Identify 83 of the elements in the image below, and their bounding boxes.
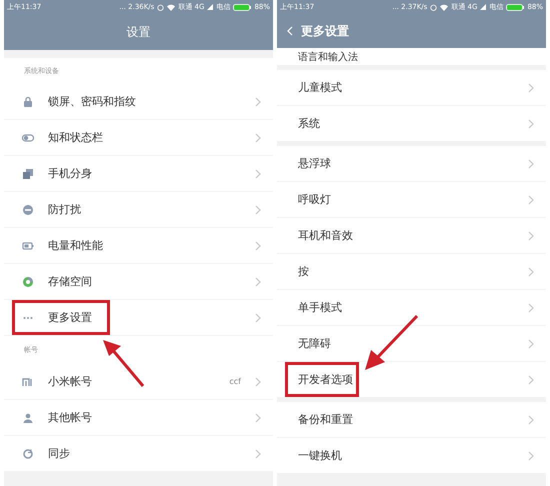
row-label: 呼吸灯 xyxy=(298,192,332,207)
settings-row[interactable]: 知和状态栏 xyxy=(4,120,273,156)
chevron-right-icon xyxy=(255,240,261,250)
person-icon xyxy=(22,412,34,424)
alarm-icon xyxy=(157,4,164,10)
settings-row[interactable]: 锁屏、密码和指纹 xyxy=(4,84,273,120)
row-label: 系统 xyxy=(298,116,321,131)
settings-row[interactable]: 电量和性能 xyxy=(4,228,273,264)
chevron-right-icon xyxy=(528,82,534,92)
row-label: 手机分身 xyxy=(48,166,93,181)
wifi-icon xyxy=(167,4,176,10)
chevron-right-icon xyxy=(255,96,261,106)
lock-icon xyxy=(22,96,34,108)
mi-logo-icon xyxy=(22,376,34,388)
screen-title: 更多设置 xyxy=(301,22,349,40)
signal-icon xyxy=(207,4,214,10)
row-label: 儿童模式 xyxy=(298,80,343,95)
chevron-right-icon xyxy=(528,158,534,168)
row-label: 电量和性能 xyxy=(48,238,104,253)
chevron-right-icon xyxy=(255,412,261,422)
battery-icon xyxy=(233,4,252,10)
toggle-icon xyxy=(22,132,34,144)
settings-row[interactable]: 呼吸灯 xyxy=(277,182,546,218)
screen-title: 设置 xyxy=(126,24,150,40)
battery-icon xyxy=(506,4,524,10)
wifi-icon xyxy=(440,4,448,10)
row-label: 无障碍 xyxy=(298,336,332,351)
settings-row[interactable]: 一键换机 xyxy=(277,438,546,474)
minus-circle-icon xyxy=(22,204,34,216)
row-label: 其他帐号 xyxy=(48,410,93,425)
row-label: 语言和输入法 xyxy=(298,50,359,64)
settings-row[interactable]: 同步 xyxy=(4,436,273,472)
chevron-right-icon xyxy=(528,450,534,460)
chevron-right-icon xyxy=(528,338,534,348)
row-label: 开发者选项 xyxy=(298,372,354,387)
signal-icon xyxy=(480,4,486,10)
battery-icon xyxy=(22,240,34,252)
settings-row[interactable]: 手机分身 xyxy=(4,156,273,192)
chevron-right-icon xyxy=(528,118,534,128)
back-icon[interactable] xyxy=(287,26,293,36)
settings-row[interactable]: 儿童模式 xyxy=(277,70,546,106)
row-label: 单手模式 xyxy=(298,300,343,315)
settings-row[interactable]: 其他帐号 xyxy=(4,400,273,436)
row-label: 知和状态栏 xyxy=(48,130,104,145)
chevron-right-icon xyxy=(528,414,534,424)
chevron-right-icon xyxy=(255,448,261,458)
row-label: 一键换机 xyxy=(298,448,343,463)
chevron-right-icon xyxy=(255,276,261,286)
row-label: 同步 xyxy=(48,446,71,461)
chevron-right-icon xyxy=(528,266,534,276)
pie-chart-icon xyxy=(22,276,34,288)
settings-row[interactable]: 语言和输入法 xyxy=(277,48,546,66)
chevron-right-icon xyxy=(255,204,261,214)
chevron-right-icon xyxy=(255,132,261,142)
row-label: 备份和重置 xyxy=(298,412,354,427)
settings-row[interactable]: 耳机和音效 xyxy=(277,218,546,254)
row-label: 防打扰 xyxy=(48,202,82,217)
chevron-right-icon xyxy=(528,194,534,204)
settings-row[interactable]: 按 xyxy=(277,254,546,290)
chevron-right-icon xyxy=(255,376,261,386)
row-label: 小米帐号 xyxy=(48,374,93,389)
account-name: ccf xyxy=(229,377,241,386)
row-label: 按 xyxy=(298,264,310,279)
row-label: 耳机和音效 xyxy=(298,228,354,243)
settings-row[interactable]: 单手模式 xyxy=(277,290,546,326)
chevron-right-icon xyxy=(255,168,261,178)
chevron-right-icon xyxy=(255,312,261,322)
settings-row[interactable]: 存储空间 xyxy=(4,264,273,300)
settings-row[interactable]: 防打扰 xyxy=(4,192,273,228)
settings-row[interactable]: 备份和重置 xyxy=(277,402,546,438)
settings-row[interactable]: 悬浮球 xyxy=(277,146,546,182)
copy-icon xyxy=(22,168,34,180)
chevron-right-icon xyxy=(528,230,534,240)
settings-row[interactable]: 系统 xyxy=(277,106,546,142)
chevron-right-icon xyxy=(528,302,534,312)
row-label: 更多设置 xyxy=(48,310,93,325)
settings-row[interactable]: 小米帐号 ccf xyxy=(4,364,273,400)
alarm-icon xyxy=(430,4,438,10)
row-label: 锁屏、密码和指纹 xyxy=(48,94,137,109)
row-label: 悬浮球 xyxy=(298,156,332,171)
sync-icon xyxy=(22,448,34,460)
row-label: 存储空间 xyxy=(48,274,93,289)
chevron-right-icon xyxy=(528,374,534,384)
